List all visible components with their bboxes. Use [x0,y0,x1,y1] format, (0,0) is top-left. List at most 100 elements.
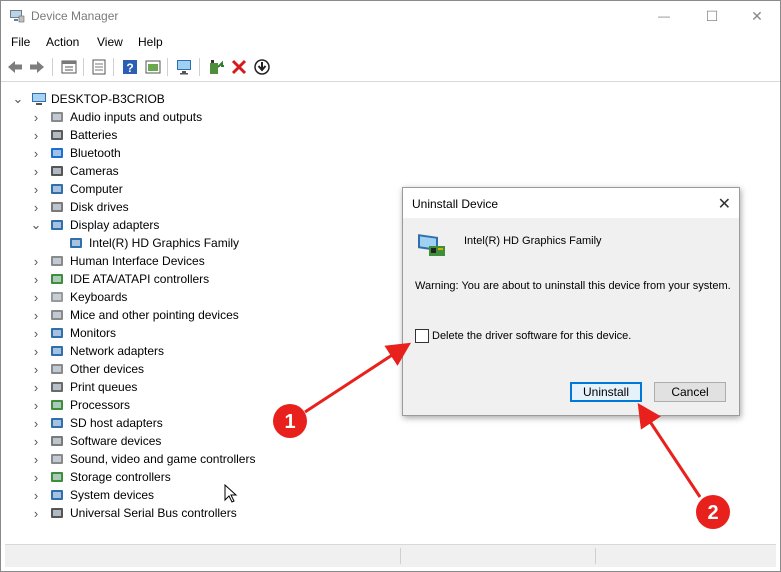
chevron-right-icon[interactable]: › [31,414,41,432]
forward-icon[interactable] [28,58,46,76]
dialog-close-icon[interactable]: ✕ [718,194,731,214]
tree-category[interactable]: › Network adapters [1,342,401,360]
hid-icon [51,256,63,266]
chevron-right-icon[interactable]: › [31,432,41,450]
help-icon[interactable]: ? [121,58,139,76]
chevron-right-icon[interactable]: › [31,180,41,198]
mouse-icon [51,310,63,320]
tree-category[interactable]: › SD host adapters [1,414,401,432]
chevron-down-icon[interactable]: ⌄ [13,90,24,108]
chevron-right-icon[interactable]: › [31,360,41,378]
chevron-right-icon[interactable]: › [31,504,41,522]
update-view-icon[interactable] [144,58,162,76]
uninstall-button[interactable]: Uninstall [570,382,642,402]
monitor-icon[interactable] [175,58,193,76]
chevron-right-icon[interactable]: › [31,378,41,396]
tree-category[interactable]: › Monitors [1,324,401,342]
printer-icon [51,382,63,392]
delete-driver-checkbox-label[interactable]: Delete the driver software for this devi… [432,330,631,342]
tree-category[interactable]: › Human Interface Devices [1,252,401,270]
menu-help[interactable]: Help [138,35,163,49]
chevron-right-icon[interactable]: › [31,468,41,486]
dialog-warning-text: Warning: You are about to uninstall this… [415,280,731,292]
window-title: Device Manager [31,9,119,23]
tree-category[interactable]: › Sound, video and game controllers [1,450,401,468]
chevron-right-icon[interactable]: › [31,486,41,504]
tree-item-label: Batteries [70,128,118,142]
tree-category[interactable]: › Keyboards [1,288,401,306]
toolbar-separator [167,58,168,76]
cancel-button[interactable]: Cancel [654,382,726,402]
chevron-right-icon[interactable]: › [31,252,41,270]
status-bar [5,544,776,567]
tree-category[interactable]: › Print queues [1,378,401,396]
tree-category[interactable]: › Processors [1,396,401,414]
svg-text:?: ? [126,61,133,75]
chevron-right-icon[interactable]: › [31,108,41,126]
menu-view[interactable]: View [97,35,123,49]
status-panel [595,548,596,564]
tree-root[interactable]: ⌄ DESKTOP-B3CRIOB [1,90,401,108]
chevron-right-icon[interactable]: › [31,306,41,324]
toolbar-separator [199,58,200,76]
tree-item-label: Display adapters [70,218,160,232]
tree-category[interactable]: › Other devices [1,360,401,378]
tree-item-label: Storage controllers [70,470,171,484]
menu-bar: File Action View Help [1,31,780,53]
chevron-right-icon[interactable]: › [31,144,41,162]
back-icon[interactable] [6,58,24,76]
chevron-right-icon[interactable]: › [31,288,41,306]
chevron-right-icon[interactable]: › [31,162,41,180]
close-button[interactable]: ✕ [734,1,780,31]
properties-sheet-icon[interactable] [60,58,78,76]
chevron-right-icon[interactable]: › [31,450,41,468]
chevron-right-icon[interactable]: › [31,324,41,342]
chevron-down-icon[interactable]: ⌄ [31,216,42,234]
delete-driver-checkbox[interactable] [415,329,429,343]
toolbar-separator [52,58,53,76]
monitor-icon [51,328,63,338]
menu-file[interactable]: File [11,35,30,49]
root-label: DESKTOP-B3CRIOB [51,92,165,106]
uninstall-icon[interactable] [230,58,248,76]
tree-category[interactable]: › Bluetooth [1,144,401,162]
minimize-button[interactable]: — [641,1,687,31]
tree-item-label: Processors [70,398,131,412]
chevron-right-icon[interactable]: › [31,342,41,360]
tree-category[interactable]: › Batteries [1,126,401,144]
speaker-icon [51,112,63,122]
tree-category[interactable]: › System devices [1,486,401,504]
display-adapter-icon [70,238,82,248]
tree-category[interactable]: › IDE ATA/ATAPI controllers [1,270,401,288]
tree-category[interactable]: ⌄ Display adapters [1,216,401,234]
maximize-icon: ☐ [705,7,719,24]
chevron-right-icon[interactable]: › [31,270,41,288]
tree-child-item[interactable]: Intel(R) HD Graphics Family [1,234,401,252]
tree-category[interactable]: › Storage controllers [1,468,401,486]
tree-category[interactable]: › Mice and other pointing devices [1,306,401,324]
chevron-right-icon[interactable]: › [31,126,41,144]
download-icon[interactable] [253,58,271,76]
tree-item-label: Intel(R) HD Graphics Family [89,236,240,250]
dialog-title-bar[interactable]: Uninstall Device ✕ [403,188,739,218]
chevron-right-icon[interactable]: › [31,396,41,414]
tree-item-label: Computer [70,182,123,196]
tree-item-label: Software devices [70,434,162,448]
tree-item-label: Cameras [70,164,119,178]
tree-category[interactable]: › Audio inputs and outputs [1,108,401,126]
tree-category[interactable]: › Universal Serial Bus controllers [1,504,401,522]
update-driver-icon[interactable] [207,58,225,76]
title-bar[interactable]: Device Manager — ☐ ✕ [1,1,780,31]
show-hidden-icon[interactable] [90,58,108,76]
tree-category[interactable]: › Computer [1,180,401,198]
menu-action[interactable]: Action [46,35,79,49]
tree-category[interactable]: › Software devices [1,432,401,450]
tree-category[interactable]: › Cameras [1,162,401,180]
tree-item-label: Mice and other pointing devices [70,308,239,322]
tree-item-label: Bluetooth [70,146,121,160]
tree-category[interactable]: › Disk drives [1,198,401,216]
ide-controller-icon [51,274,63,284]
tree-item-label: Other devices [70,362,145,376]
maximize-button[interactable]: ☐ [689,1,735,31]
chevron-right-icon[interactable]: › [31,198,41,216]
